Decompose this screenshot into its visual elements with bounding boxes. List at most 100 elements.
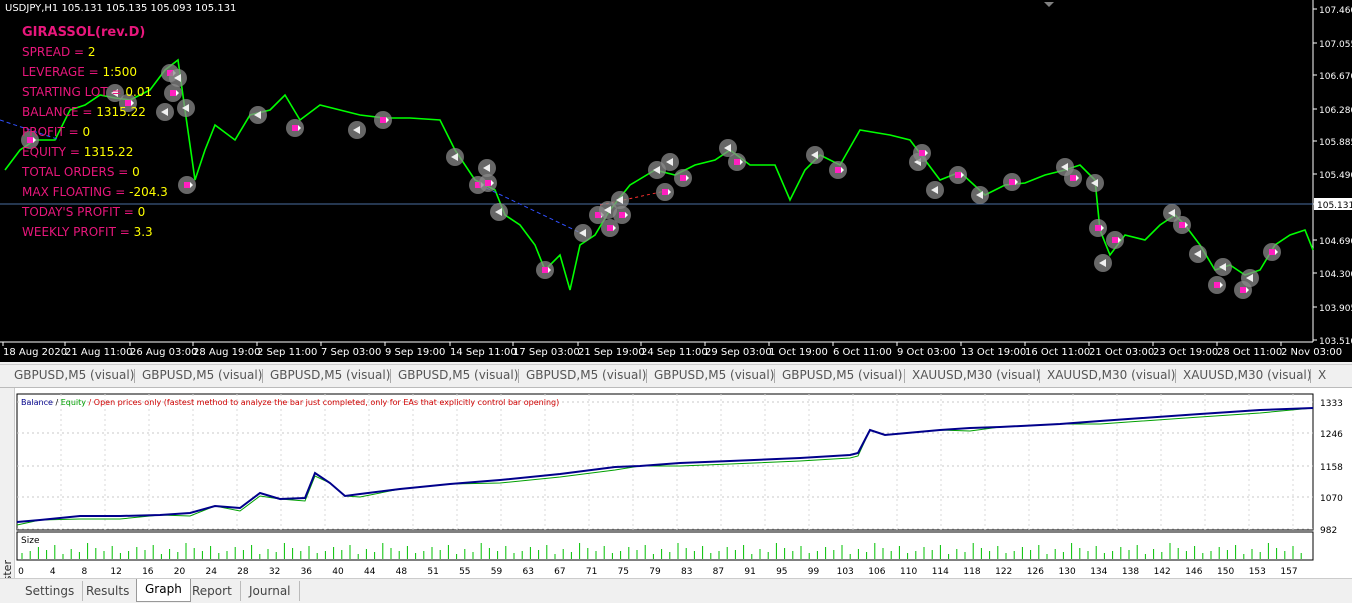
trade-marker-icon[interactable] [613,206,631,224]
tab-separator [1175,369,1176,383]
symbol-tab[interactable]: GBPUSD,M5 (visual) [270,368,390,382]
ea-row-value: 0 [137,205,146,219]
y-tick-label: 1246 [1320,430,1343,440]
trade-marker-icon[interactable] [1263,243,1281,261]
ea-row-value: -204.3 [129,185,168,199]
ea-row: LEVERAGE = 1:500 [22,65,137,79]
price-tick-label: 104.300 [1319,270,1352,280]
trade-marker-icon[interactable] [949,166,967,184]
trade-marker-icon[interactable] [1189,245,1207,263]
trade-marker-icon[interactable] [661,153,679,171]
x-tick-label: 12 [110,567,121,577]
trade-marker-icon[interactable] [913,144,931,162]
x-tick-label: 106 [868,567,885,577]
trade-marker-icon[interactable] [156,103,174,121]
ea-row: STARTING LOT = 0.01 [22,85,152,99]
symbol-tab[interactable]: XAUUSD,M30 (visual) [912,368,1040,382]
trade-marker-icon[interactable] [829,161,847,179]
x-tick-label: 118 [963,567,980,577]
x-tick-label: 44 [364,567,376,577]
tab-journal[interactable]: Journal [241,581,300,601]
symbol-tab[interactable]: X [1318,368,1326,382]
trade-marker-icon[interactable] [164,84,182,102]
x-tick-label: 99 [808,567,820,577]
time-axis-label: 9 Sep 19:00 [385,347,445,358]
tab-settings[interactable]: Settings [17,581,84,601]
price-tick-label: 103.905 [1319,304,1352,314]
time-axis-label: 17 Sep 03:00 [513,347,580,358]
price-tick-label: 104.690 [1319,237,1352,247]
ea-row-label: SPREAD = [22,45,88,59]
symbol-tab[interactable]: GBPUSD,M5 (visual) [654,368,774,382]
ea-row-label: EQUITY = [22,145,84,159]
symbol-tab[interactable]: XAUUSD,M30 (visual) [1183,368,1311,382]
trade-marker-icon[interactable] [728,153,746,171]
price-tick-label: 103.510 [1319,337,1352,347]
y-tick-label: 982 [1320,526,1337,536]
x-tick-label: 28 [237,567,249,577]
trade-marker-icon[interactable] [1086,174,1104,192]
tab-separator [646,369,647,383]
trade-marker-icon[interactable] [536,261,554,279]
tab-separator [904,369,905,383]
symbol-tab[interactable]: XAUUSD,M30 (visual) [1047,368,1175,382]
tab-report[interactable]: Report [184,581,241,601]
trade-marker-icon[interactable] [490,203,508,221]
symbol-tab[interactable]: GBPUSD,M5 (visual) [14,368,134,382]
time-axis-label: 18 Aug 2020 [3,347,67,358]
symbol-tab[interactable]: GBPUSD,M5 (visual) [398,368,518,382]
trade-marker-icon[interactable] [806,146,824,164]
trade-marker-icon[interactable] [1241,269,1259,287]
current-price-marker: 105.131 [1314,198,1352,211]
tab-results[interactable]: Results [78,581,139,601]
trade-marker-icon[interactable] [1214,258,1232,276]
price-tick-label: 107.460 [1319,6,1352,16]
ea-row: TOTAL ORDERS = 0 [22,165,140,179]
x-tick-label: 75 [618,567,629,577]
time-axis-label: 16 Oct 11:00 [1025,347,1090,358]
trade-marker-icon[interactable] [177,99,195,117]
trade-marker-icon[interactable] [926,181,944,199]
ea-row-value: 1:500 [102,65,138,79]
trade-marker-icon[interactable] [178,176,196,194]
symbol-tab[interactable]: GBPUSD,M5 (visual) [526,368,646,382]
x-tick-label: 67 [554,567,565,577]
trade-marker-icon[interactable] [1094,254,1112,272]
trade-marker-icon[interactable] [1106,231,1124,249]
x-tick-label: 146 [1185,567,1202,577]
trade-marker-icon[interactable] [1064,169,1082,187]
graph-legend: Balance / Equity / Open prices only (fas… [21,398,559,407]
symbol-tab[interactable]: GBPUSD,M5 (visual) [142,368,262,382]
price-tick-label: 105.885 [1319,138,1352,148]
trade-marker-icon[interactable] [656,183,674,201]
ea-row-label: WEEKLY PROFIT = [22,225,134,239]
x-tick-label: 114 [932,567,949,577]
symbol-tab[interactable]: GBPUSD,M5 (visual) [782,368,902,382]
trade-marker-icon[interactable] [479,174,497,192]
ea-row-label: PROFIT = [22,125,83,139]
trade-marker-icon[interactable] [971,186,989,204]
trade-marker-icon[interactable] [1003,173,1021,191]
ea-row-value: 2 [87,45,96,59]
trade-marker-icon[interactable] [286,119,304,137]
trade-marker-icon[interactable] [348,121,366,139]
ea-row: WEEKLY PROFIT = 3.3 [22,225,153,239]
x-tick-label: 0 [18,567,24,577]
x-tick-label: 103 [837,567,854,577]
price-chart[interactable]: 107.460 107.055 106.670 106.280 105.885 105.4… [0,0,1352,362]
trade-marker-icon[interactable] [1208,276,1226,294]
ea-row: EQUITY = 1315.22 [22,145,133,159]
tab-graph[interactable]: Graph [136,579,191,602]
trade-marker-icon[interactable] [374,111,392,129]
trade-marker-icon[interactable] [574,224,592,242]
time-axis-label: 13 Oct 19:00 [961,347,1026,358]
size-label: Size [21,536,40,546]
trade-marker-icon[interactable] [674,169,692,187]
x-tick-label: 36 [301,567,313,577]
time-axis-label: 26 Aug 03:00 [130,347,197,358]
trade-marker-icon[interactable] [1173,216,1191,234]
x-tick-label: 32 [269,567,280,577]
trade-marker-icon[interactable] [249,106,267,124]
trade-marker-icon[interactable] [1089,219,1107,237]
trade-marker-icon[interactable] [446,148,464,166]
